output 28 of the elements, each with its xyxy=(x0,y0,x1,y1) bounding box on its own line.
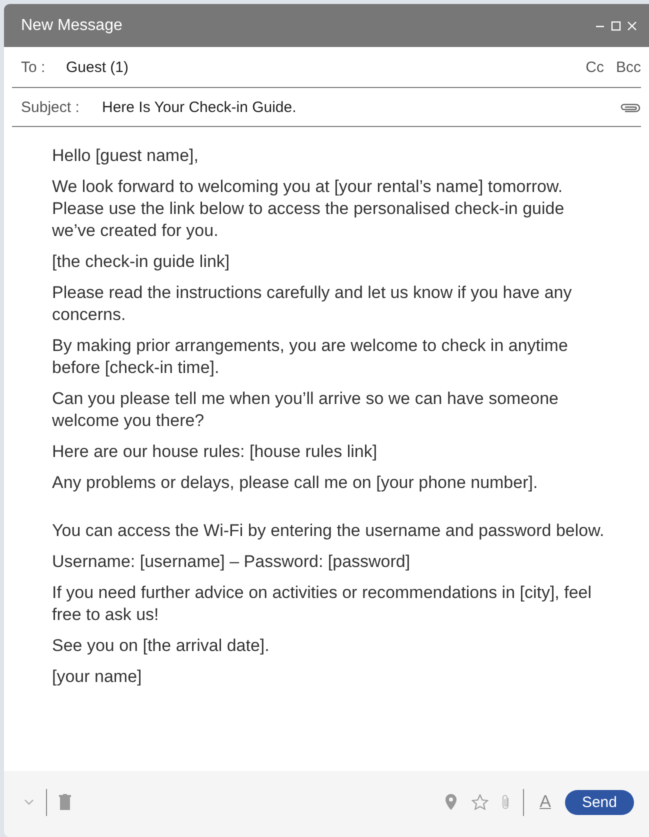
send-button[interactable]: Send xyxy=(564,790,634,814)
message-paragraph: If you need further advice on activities or recommendations in [city], feel free to ask us! xyxy=(52,582,593,626)
message-paragraph: We look forward to welcoming you at [your rental’s name] tomorrow. Please use the link below to access the personalised check-in guide we’ve created for you. xyxy=(52,176,566,242)
paperclip-icon[interactable] xyxy=(500,794,511,810)
trash-icon[interactable] xyxy=(59,794,71,810)
message-paragraph: Can you please tell me when you’ll arrive so we can have someone welcome you there? xyxy=(52,388,560,432)
message-paragraph: Username: [username] – Password: [password] xyxy=(52,551,412,573)
cc-link[interactable]: Cc xyxy=(586,58,604,76)
location-pin-icon[interactable] xyxy=(444,794,457,810)
message-paragraph: Please read the instructions carefully and let us know if you have any concerns. xyxy=(52,282,573,326)
message-paragraph: Any problems or delays, please call me on [your phone number]. xyxy=(52,472,539,494)
subject-label: Subject : xyxy=(20,98,80,116)
recipient-field[interactable]: Guest (1) xyxy=(66,58,574,76)
message-paragraph: You can access the Wi-Fi by entering the username and password below. xyxy=(52,520,606,542)
star-icon[interactable] xyxy=(470,794,489,810)
message-paragraph: [the check-in guide link] xyxy=(52,251,231,273)
message-paragraph: Here are our house rules: [house rules link] xyxy=(52,441,378,463)
to-label: To : xyxy=(20,58,46,76)
message-paragraph: Hello [guest name], xyxy=(52,145,200,167)
bcc-link[interactable]: Bcc xyxy=(616,58,641,76)
maximize-icon[interactable] xyxy=(611,20,621,30)
message-paragraph: See you on [the arrival date]. xyxy=(52,635,270,657)
paperclip-icon[interactable] xyxy=(619,101,641,113)
subject-field[interactable]: Here Is Your Check-in Guide. xyxy=(102,98,619,116)
message-paragraph: [your name] xyxy=(52,666,143,688)
message-paragraph: By making prior arrangements, you are welcome to check in anytime before [check-in time]. xyxy=(52,335,569,379)
close-icon[interactable] xyxy=(627,20,637,30)
window-title: New Message xyxy=(21,16,124,34)
